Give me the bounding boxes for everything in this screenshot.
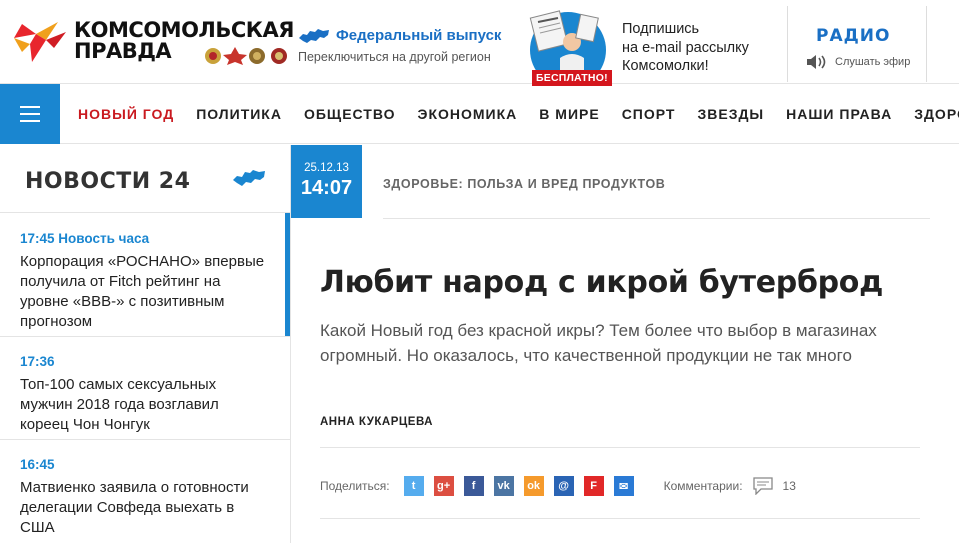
facebook-icon[interactable]: f bbox=[463, 476, 484, 496]
comments-label: Комментарии: bbox=[663, 479, 743, 493]
news-time: 16:45 bbox=[20, 457, 55, 472]
bird-logo-icon bbox=[14, 22, 66, 62]
subscribe-line: Комсомолки! bbox=[622, 58, 709, 74]
main-nav: НОВЫЙ ГОД ПОЛИТИКА ОБЩЕСТВО ЭКОНОМИКА В МИРЕ… bbox=[0, 84, 959, 144]
news24-sidebar: НОВОСТИ 24 17:45 Новость часа Корпорация… bbox=[0, 145, 291, 543]
nav-item[interactable]: ОБЩЕСТВО bbox=[304, 106, 396, 122]
news-time: 17:36 bbox=[20, 354, 55, 369]
newspaper-promo-image bbox=[529, 10, 606, 88]
nav-item[interactable]: НОВЫЙ ГОД bbox=[78, 106, 174, 122]
nav-item[interactable]: В МИРЕ bbox=[539, 106, 599, 122]
region-selector: Федеральный выпуск Переключиться на друг… bbox=[298, 27, 501, 64]
nav-item[interactable]: ЗВЕЗДЫ bbox=[697, 106, 764, 122]
speaker-icon bbox=[807, 55, 826, 69]
comments-link[interactable]: Комментарии: 13 bbox=[664, 477, 796, 495]
share-buttons: t g+ f vk ok @ F ✉ bbox=[403, 476, 644, 496]
newspaper-promo[interactable]: БЕСПЛАТНО! bbox=[520, 10, 620, 88]
radio-title: РАДИО bbox=[816, 26, 891, 46]
article-rubric-link[interactable]: ЗДОРОВЬЕ: ПОЛЬЗА И ВРЕД ПРОДУКТОВ bbox=[383, 177, 665, 191]
divider bbox=[320, 447, 920, 448]
email-icon[interactable]: ✉ bbox=[613, 476, 634, 496]
nav-item[interactable]: ПОЛИТИКА bbox=[196, 106, 282, 122]
sidebar-title: НОВОСТИ 24 bbox=[25, 169, 191, 194]
news-headline: Матвиенко заявила о готовности делегации… bbox=[20, 479, 249, 536]
comments-count: 13 bbox=[782, 479, 796, 493]
russia-map-icon bbox=[233, 170, 265, 186]
email-subscribe-link[interactable]: Подпишись на e-mail рассылку Комсомолки! bbox=[622, 20, 749, 76]
twitter-icon[interactable]: t bbox=[403, 476, 424, 496]
google-plus-icon[interactable]: g+ bbox=[433, 476, 454, 496]
article-title: Любит народ с икрой бутерброд bbox=[320, 265, 884, 300]
vk-icon[interactable]: vk bbox=[493, 476, 514, 496]
article-date: 25.12.13 bbox=[304, 162, 349, 174]
share-bar: Поделиться: t g+ f vk ok @ F ✉ Комментарии: 13 bbox=[320, 476, 796, 496]
divider bbox=[383, 218, 930, 219]
nav-item[interactable]: НАШИ ПРАВА bbox=[786, 106, 892, 122]
nav-item[interactable]: СПОРТ bbox=[622, 106, 676, 122]
article-author-link[interactable]: АННА КУКАРЦЕВА bbox=[320, 416, 433, 428]
subscribe-line: на e-mail рассылку bbox=[622, 39, 749, 56]
nav-item[interactable]: ЭКОНОМИКА bbox=[418, 106, 518, 122]
news-time: 17:45 Новость часа bbox=[20, 231, 150, 246]
share-label: Поделиться: bbox=[320, 479, 390, 493]
hamburger-icon bbox=[20, 106, 40, 108]
radio-widget[interactable]: РАДИО Слушать эфир bbox=[787, 6, 927, 82]
subscribe-line: Подпишись bbox=[622, 21, 700, 37]
news-list: 17:45 Новость часа Корпорация «РОСНАНО» … bbox=[0, 213, 290, 542]
nav-item[interactable]: ЗДОРОВЬЕ bbox=[914, 106, 959, 122]
menu-button[interactable] bbox=[0, 84, 60, 144]
nav-items: НОВЫЙ ГОД ПОЛИТИКА ОБЩЕСТВО ЭКОНОМИКА В МИРЕ… bbox=[78, 84, 959, 144]
russia-map-icon bbox=[299, 28, 329, 43]
region-title[interactable]: Федеральный выпуск bbox=[298, 27, 501, 44]
divider bbox=[320, 518, 920, 519]
news-item[interactable]: 17:45 Новость часа Корпорация «РОСНАНО» … bbox=[0, 213, 290, 336]
moimir-icon[interactable]: @ bbox=[553, 476, 574, 496]
radio-listen-button[interactable]: Слушать эфир bbox=[806, 54, 910, 70]
odnoklassniki-icon[interactable]: ok bbox=[523, 476, 544, 496]
article-lead: Какой Новый год без красной икры? Тем бо… bbox=[320, 321, 877, 365]
news-item[interactable]: 17:36 Топ-100 самых сексуальных мужчин 2… bbox=[0, 336, 290, 439]
sidebar-header: НОВОСТИ 24 bbox=[0, 145, 290, 213]
region-switch-link[interactable]: Переключиться на другой регион bbox=[298, 50, 501, 64]
comment-bubble-icon bbox=[752, 477, 773, 495]
flipboard-icon[interactable]: F bbox=[583, 476, 604, 496]
article-time: 14:07 bbox=[300, 177, 353, 199]
article-datetime: 25.12.13 14:07 bbox=[291, 145, 362, 218]
top-header: Комсомольская правда Федеральный выпуск … bbox=[0, 0, 959, 88]
region-title-label: Федеральный выпуск bbox=[336, 27, 502, 44]
hamburger-icon bbox=[20, 113, 40, 115]
news-item[interactable]: 16:45 Матвиенко заявила о готовности дел… bbox=[0, 439, 290, 542]
site-logo[interactable]: Комсомольская правда bbox=[12, 18, 294, 68]
hamburger-icon bbox=[20, 120, 40, 122]
radio-listen-label: Слушать эфир bbox=[835, 56, 911, 68]
orders-medals-icon bbox=[205, 47, 287, 65]
news-headline: Топ-100 самых сексуальных мужчин 2018 го… bbox=[20, 376, 219, 433]
news-headline: Корпорация «РОСНАНО» впервые получила от… bbox=[20, 253, 265, 330]
